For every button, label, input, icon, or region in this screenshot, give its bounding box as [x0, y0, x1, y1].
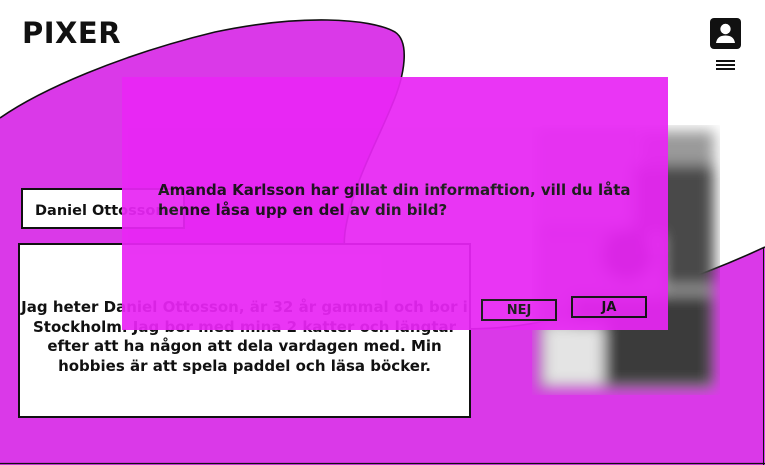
- dialog-message: Amanda Karlsson har gillat din informaft…: [158, 181, 631, 219]
- app-screen: PIXER Daniel Ottosson Jag heter Daniel O…: [0, 0, 765, 465]
- unlock-request-dialog: Amanda Karlsson har gillat din informaft…: [122, 77, 668, 330]
- hamburger-icon: [716, 60, 735, 62]
- profile-button[interactable]: [710, 18, 741, 49]
- hamburger-menu-button[interactable]: [716, 60, 735, 72]
- user-icon: [716, 23, 735, 43]
- accept-button[interactable]: JA: [571, 296, 647, 318]
- decline-button[interactable]: NEJ: [481, 299, 557, 321]
- app-logo: PIXER: [22, 16, 122, 50]
